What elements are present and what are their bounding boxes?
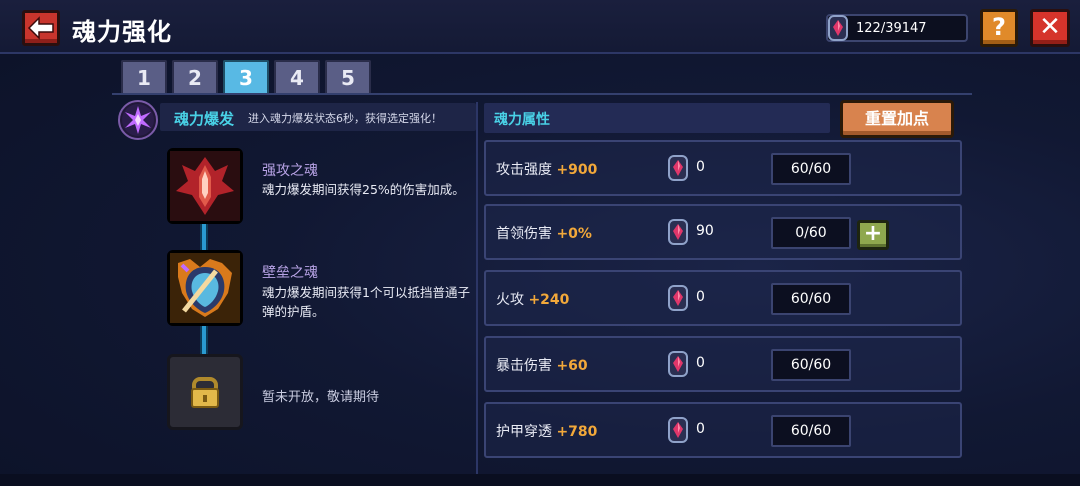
- attribute-label: 火攻 +240: [496, 289, 569, 309]
- attribute-bonus: +900: [556, 162, 598, 178]
- attribute-level: 60/60: [771, 283, 851, 315]
- tab-3[interactable]: 3: [223, 60, 269, 94]
- attribute-name: 暴击伤害: [496, 358, 552, 374]
- attribute-cost: 0: [696, 159, 705, 175]
- reset-points-button[interactable]: 重置加点: [840, 100, 954, 138]
- currency-value: 122/39147: [856, 21, 927, 36]
- attribute-row: 护甲穿透 +780 0 60/60: [484, 402, 962, 458]
- attribute-bonus: +60: [556, 358, 588, 374]
- attribute-label: 暴击伤害 +60: [496, 355, 588, 375]
- attribute-cost: 0: [696, 289, 705, 305]
- soul-gem-icon: [666, 217, 690, 251]
- soul-currency-counter: 122/39147: [826, 14, 968, 42]
- soul-gem-icon: [666, 153, 690, 187]
- attribute-name: 护甲穿透: [496, 424, 552, 440]
- tab-underline: [112, 93, 972, 95]
- back-arrow-icon: [27, 16, 54, 40]
- soul-gem-icon: [666, 415, 690, 449]
- add-point-button[interactable]: +: [857, 220, 889, 250]
- soul-gem-icon: [666, 349, 690, 383]
- soul-gem-icon: [666, 283, 690, 317]
- attribute-name: 攻击强度: [496, 162, 552, 178]
- attribute-level: 0/60: [771, 217, 851, 249]
- attribute-label: 护甲穿透 +780: [496, 421, 597, 441]
- help-button[interactable]: ?: [980, 9, 1018, 47]
- skill-name: 壁垒之魂: [262, 265, 318, 281]
- burst-description: 进入魂力爆发状态6秒，获得选定强化！: [248, 112, 442, 125]
- attack-soul-icon[interactable]: [167, 148, 243, 224]
- attribute-cost: 90: [696, 223, 714, 239]
- skill-description: 魂力爆发期间获得25%的伤害加成。: [262, 182, 465, 197]
- tab-2[interactable]: 2: [172, 60, 218, 94]
- tab-5[interactable]: 5: [325, 60, 371, 94]
- attributes-header: 魂力属性: [494, 112, 550, 128]
- attribute-label: 首领伤害 +0%: [496, 223, 592, 243]
- attribute-level: 60/60: [771, 153, 851, 185]
- page-title: 魂力强化: [72, 18, 172, 46]
- attribute-cost: 0: [696, 355, 705, 371]
- close-button[interactable]: ✕: [1030, 9, 1070, 47]
- attribute-bonus: +240: [528, 292, 570, 308]
- tab-1[interactable]: 1: [121, 60, 167, 94]
- attribute-bonus: +0%: [556, 226, 592, 242]
- attribute-name: 首领伤害: [496, 226, 552, 242]
- lock-icon: [191, 377, 219, 408]
- attribute-cost: 0: [696, 421, 705, 437]
- back-button[interactable]: [22, 10, 60, 46]
- skill-connector: [200, 326, 208, 354]
- attribute-row: 暴击伤害 +60 0 60/60: [484, 336, 962, 392]
- shield-soul-icon[interactable]: [167, 250, 243, 326]
- level-tabs: 1 2 3 4 5: [121, 60, 371, 94]
- burst-title: 魂力爆发: [174, 110, 235, 128]
- bottom-edge: [0, 474, 1080, 486]
- attribute-level: 60/60: [771, 415, 851, 447]
- attribute-row: 首领伤害 +0% 90 0/60 +: [484, 204, 962, 260]
- tab-4[interactable]: 4: [274, 60, 320, 94]
- attribute-row: 火攻 +240 0 60/60: [484, 270, 962, 326]
- attribute-row: 攻击强度 +900 0 60/60: [484, 140, 962, 196]
- burst-emblem-icon: [118, 100, 158, 140]
- panel-divider: [476, 102, 478, 474]
- skill-description: 魂力爆发期间获得1个可以抵挡普通子弹的护盾。: [262, 285, 470, 319]
- attribute-bonus: +780: [556, 424, 598, 440]
- skill-name: 强攻之魂: [262, 163, 318, 179]
- locked-text: 暂未开放，敬请期待: [262, 390, 380, 405]
- attribute-level: 60/60: [771, 349, 851, 381]
- locked-skill-slot: [167, 354, 243, 430]
- attribute-name: 火攻: [496, 292, 524, 308]
- soul-gem-icon: [826, 13, 850, 47]
- skill-connector: [200, 224, 208, 250]
- attribute-label: 攻击强度 +900: [496, 159, 597, 179]
